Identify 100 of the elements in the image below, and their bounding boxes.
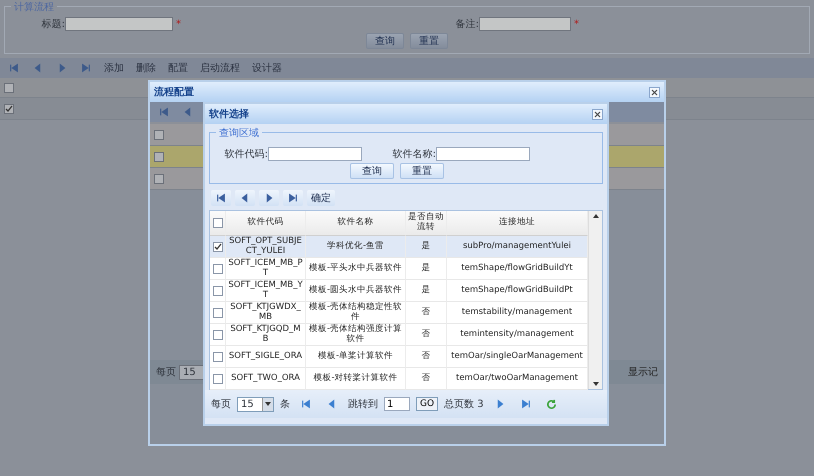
previous-page-button[interactable] [235,190,255,206]
close-button[interactable] [649,86,660,98]
toolbar-button[interactable]: 删除 [132,60,160,76]
scroll-up-icon[interactable] [592,214,598,218]
go-button[interactable]: GO [416,397,438,411]
confirm-button[interactable]: 确定 [307,190,335,206]
checkbox[interactable] [212,308,222,318]
table-cell: SOFT_SIGLE_ORA [226,346,306,368]
column-header: 软件代码 [226,211,306,236]
checkbox[interactable] [212,218,222,228]
table-cell: 模板-壳体结构强度计算软件 [306,324,406,346]
refresh-icon [546,398,558,410]
jump-label: 跳转到 [348,398,378,411]
table-cell: 模板-平头水中兵器软件 [306,258,406,280]
per-page-unit: 条 [280,398,290,411]
table-cell: SOFT_ICEM_MB_PT [226,258,306,280]
row-highlight[interactable] [210,236,226,258]
checkbox[interactable] [212,352,222,362]
next-page-button[interactable] [259,190,279,206]
table-cell: 否 [406,302,447,324]
reset-button[interactable]: 重置 [400,163,444,179]
first-page-icon [159,107,169,117]
table-cell: temShape/flowGridBuildYt [447,258,588,280]
per-page-label: 每页 [156,366,176,379]
search-button[interactable]: 查询 [350,163,394,179]
previous-page-icon [240,193,250,203]
toolbar-button[interactable]: 添加 [100,60,128,76]
table-cell: SOFT_ICEM_MB_YT [226,280,306,302]
checkbox[interactable] [212,242,222,252]
checkbox[interactable] [4,82,14,92]
first-page-icon [301,399,311,409]
table-cell: 是 [406,258,447,280]
table-cell: temstability/management [447,302,588,324]
last-page-icon [81,63,91,73]
table-cell: 否 [406,346,447,368]
dialog-title: 流程配置 [154,85,194,99]
next-page-icon [264,193,274,203]
checkbox[interactable] [212,330,222,340]
last-page-button[interactable] [283,190,303,206]
panel-legend: 计算流程 [11,0,57,14]
toolbar-button[interactable]: 设计器 [248,60,286,76]
record-status-text: 显示记 [628,366,658,379]
checkbox[interactable] [154,152,164,162]
checkbox[interactable] [154,174,164,184]
dialog-title: 软件选择 [209,108,249,121]
table-cell: 模板-对转桨计算软件 [306,368,406,390]
table-cell: 是 [406,236,447,258]
dropdown-arrow-icon [265,402,271,406]
last-page-icon [288,193,298,203]
last-page-icon [520,399,531,409]
required-mark: * [574,18,579,30]
field-label: 备注: [454,18,479,31]
column-header: 连接地址 [447,211,588,236]
checkbox[interactable] [212,286,222,296]
table-cell: SOFT_OPT_SUBJECT_YULEI [226,236,306,258]
panel-legend: 查询区域 [216,126,262,140]
table-cell: SOFT_TWO_ORA [226,368,306,390]
next-page-icon [57,63,67,73]
page-input[interactable]: 1 [384,397,410,411]
input-field[interactable] [65,17,173,31]
toolbar-button[interactable]: 启动流程 [196,60,244,76]
table-cell: subPro/managementYulei [447,236,588,258]
checkbox[interactable] [154,130,164,140]
table-cell: 学科优化-鱼雷 [306,236,406,258]
input-field[interactable] [436,147,530,161]
total-pages-text: 总页数 3 [444,398,484,411]
table-cell: temOar/twoOarManagement [447,368,588,390]
checkbox[interactable] [212,374,222,384]
table-cell: 是 [406,280,447,302]
scroll-down-icon[interactable] [592,382,598,386]
table-cell: 模板-壳体结构稳定性软件 [306,302,406,324]
first-page-button[interactable] [211,190,231,206]
checkbox[interactable] [212,264,222,274]
previous-page-icon [33,63,43,73]
table-cell: 否 [406,324,447,346]
scrollbar[interactable] [588,211,602,389]
reset-button[interactable]: 重置 [410,33,448,49]
column-header: 是否自动流转 [406,211,447,236]
close-button[interactable] [592,108,603,120]
table-cell: temintensity/management [447,324,588,346]
checkbox[interactable] [4,104,14,114]
table-cell: temShape/flowGridBuildPt [447,280,588,302]
toolbar-button[interactable]: 配置 [164,60,192,76]
field-label: 软件代码: [224,148,268,161]
input-field[interactable] [268,147,362,161]
table-cell: SOFT_KTJGQD_MB [226,324,306,346]
input-field[interactable] [479,17,571,31]
previous-page-icon [327,399,337,409]
table-cell: 模板-圆头水中兵器软件 [306,280,406,302]
previous-page-icon [183,107,193,117]
column-header: 软件名称 [306,211,406,236]
first-page-icon [9,63,19,73]
per-page-select[interactable]: 15 [237,396,274,412]
table-cell: 模板-单桨计算软件 [306,346,406,368]
table-cell: SOFT_KTJGWDX_MB [226,302,306,324]
first-page-icon [216,193,226,203]
field-label: 标题: [40,18,65,31]
table-cell: temOar/singleOarManagement [447,346,588,368]
search-button[interactable]: 查询 [366,33,404,49]
field-label: 软件名称: [392,148,436,161]
